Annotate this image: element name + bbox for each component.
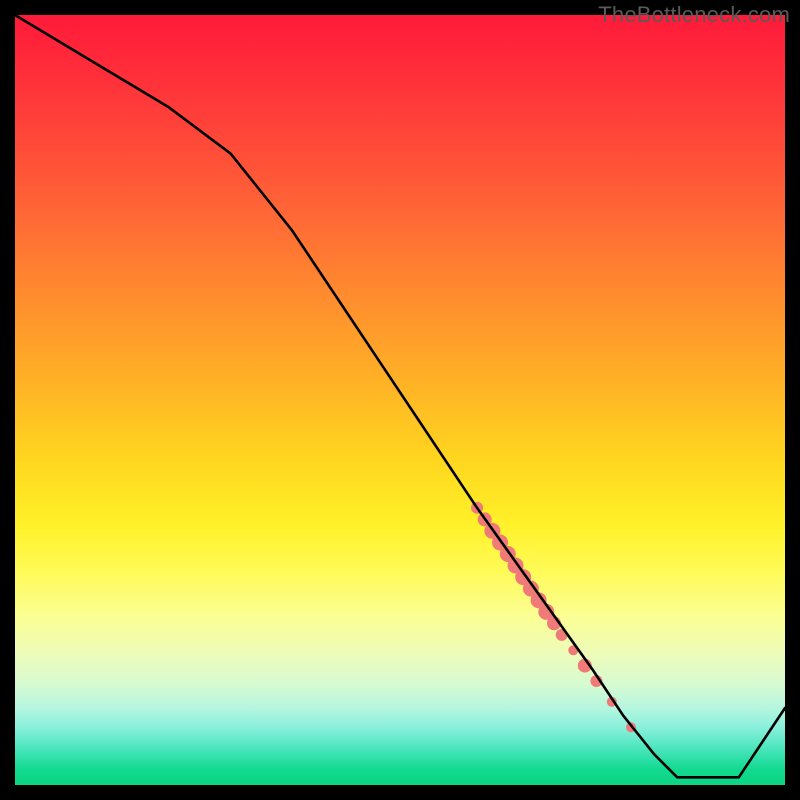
bottleneck-curve [15,15,785,777]
plot-area [15,15,785,785]
chart-svg [15,15,785,785]
watermark-text: TheBottleneck.com [598,2,790,28]
chart-frame: TheBottleneck.com [0,0,800,800]
